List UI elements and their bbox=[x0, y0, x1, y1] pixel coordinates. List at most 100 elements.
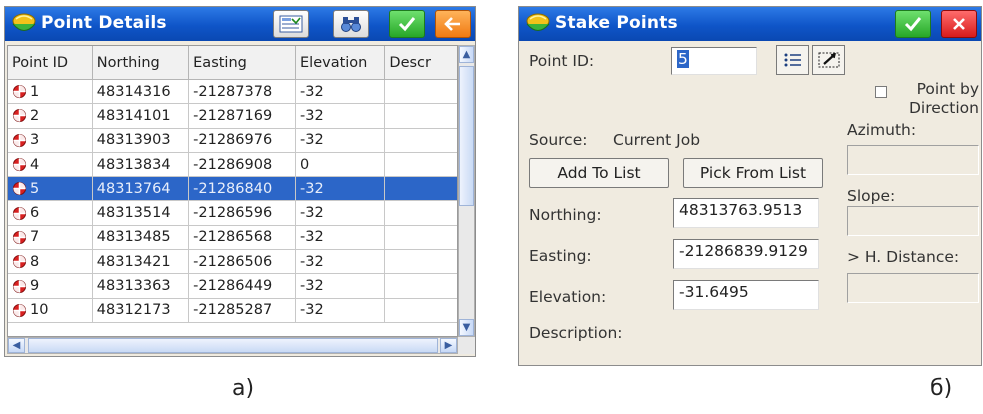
easting-cell: -21286568 bbox=[188, 225, 296, 251]
point-list-button[interactable] bbox=[776, 45, 809, 75]
map-pick-button[interactable] bbox=[812, 45, 845, 75]
elevation-cell: -32 bbox=[295, 225, 386, 251]
h-distance-field[interactable] bbox=[847, 273, 979, 303]
point-by-direction-checkbox[interactable] bbox=[875, 86, 887, 98]
elevation-cell: -32 bbox=[295, 249, 386, 275]
point-id-cell: 8 bbox=[8, 249, 93, 275]
elevation-cell: 0 bbox=[295, 152, 386, 178]
table-row[interactable]: 9 48313363 -21286449 -32 bbox=[8, 273, 457, 299]
back-button[interactable] bbox=[435, 10, 471, 38]
source-value: Current Job bbox=[613, 131, 701, 149]
caption-a: а) bbox=[232, 376, 255, 401]
northing-cell: 48313363 bbox=[92, 273, 190, 299]
point-id-value: 9 bbox=[30, 278, 40, 295]
source-label: Source: bbox=[529, 131, 588, 149]
column-header-description[interactable]: Descr bbox=[384, 46, 457, 80]
point-id-value: 3 bbox=[30, 132, 40, 149]
northing-field[interactable]: 48313763.9513 bbox=[673, 198, 819, 228]
point-id-value: 5 bbox=[30, 180, 40, 197]
northing-cell: 48314316 bbox=[92, 79, 190, 105]
point-id-cell: 3 bbox=[8, 128, 93, 153]
easting-field[interactable]: -21286839.9129 bbox=[673, 239, 819, 269]
list-icon bbox=[784, 53, 801, 67]
easting-cell: -21286506 bbox=[188, 249, 296, 275]
point-id-value: 8 bbox=[30, 253, 40, 270]
vertical-scroll-thumb[interactable] bbox=[459, 66, 474, 206]
column-header-easting[interactable]: Easting bbox=[188, 46, 296, 80]
ok-button[interactable] bbox=[389, 10, 425, 38]
checkmark-icon bbox=[398, 17, 416, 32]
northing-cell: 48313903 bbox=[92, 128, 190, 153]
point-id-cell: 1 bbox=[8, 79, 93, 105]
table-row[interactable]: 1 48314316 -21287378 -32 bbox=[8, 79, 457, 105]
point-id-cell: 5 bbox=[8, 176, 93, 202]
point-icon bbox=[12, 182, 27, 196]
elevation-cell: -32 bbox=[295, 103, 386, 129]
table-row[interactable]: 5 48313764 -21286840 -32 bbox=[8, 176, 457, 202]
azimuth-field[interactable] bbox=[847, 145, 979, 175]
table-row[interactable]: 4 48313834 -21286908 0 bbox=[8, 152, 457, 178]
point-id-value: 2 bbox=[30, 107, 40, 124]
stake-points-window: Stake Points Point ID: 5 Point by Direct… bbox=[518, 6, 982, 366]
table-row[interactable]: 8 48313421 -21286506 -32 bbox=[8, 249, 457, 275]
edit-list-icon bbox=[279, 15, 303, 33]
point-icon bbox=[12, 303, 27, 317]
description-cell bbox=[384, 152, 457, 178]
table-row[interactable]: 2 48314101 -21287169 -32 bbox=[8, 103, 457, 129]
edit-list-button[interactable] bbox=[273, 10, 309, 38]
easting-cell: -21287378 bbox=[188, 79, 296, 105]
elevation-field[interactable]: -31.6495 bbox=[673, 280, 819, 310]
table-row[interactable]: 6 48313514 -21286596 -32 bbox=[8, 200, 457, 226]
northing-cell: 48312173 bbox=[92, 298, 190, 323]
window-title: Stake Points bbox=[555, 13, 678, 33]
point-icon bbox=[12, 85, 27, 99]
northing-label: Northing: bbox=[529, 206, 602, 224]
scroll-down-arrow-icon[interactable]: ▼ bbox=[459, 319, 474, 336]
table-row[interactable]: 10 48312173 -21285287 -32 bbox=[8, 298, 457, 323]
point-id-field[interactable]: 5 bbox=[671, 47, 757, 75]
slope-field[interactable] bbox=[847, 206, 979, 236]
caption-b: б) bbox=[930, 376, 953, 401]
easting-cell: -21286840 bbox=[188, 176, 296, 202]
find-button[interactable] bbox=[333, 10, 369, 38]
northing-cell: 48313485 bbox=[92, 225, 190, 251]
close-button[interactable] bbox=[941, 10, 977, 38]
scroll-left-arrow-icon[interactable]: ◀ bbox=[8, 338, 25, 353]
point-icon bbox=[12, 157, 27, 172]
points-table: Point ID Northing Easting Elevation Desc… bbox=[7, 45, 458, 337]
ok-button[interactable] bbox=[895, 10, 931, 38]
point-icon bbox=[12, 109, 27, 123]
point-id-value: 10 bbox=[30, 302, 49, 319]
add-to-list-button[interactable]: Add To List bbox=[529, 158, 669, 188]
column-header-point-id[interactable]: Point ID bbox=[8, 46, 93, 80]
horizontal-scroll-thumb[interactable] bbox=[28, 338, 438, 353]
point-id-value: 1 bbox=[30, 83, 40, 100]
table-row[interactable]: 7 48313485 -21286568 -32 bbox=[8, 225, 457, 251]
easting-cell: -21287169 bbox=[188, 103, 296, 129]
column-header-northing[interactable]: Northing bbox=[92, 46, 190, 80]
point-id-cell: 4 bbox=[8, 152, 93, 178]
column-header-elevation[interactable]: Elevation bbox=[295, 46, 386, 80]
elevation-cell: -32 bbox=[295, 128, 386, 153]
azimuth-label: Azimuth: bbox=[847, 121, 917, 139]
point-id-value: 6 bbox=[30, 205, 40, 222]
pick-from-list-button[interactable]: Pick From List bbox=[683, 158, 823, 188]
point-icon bbox=[12, 230, 27, 244]
point-icon bbox=[12, 206, 27, 220]
elevation-label: Elevation: bbox=[529, 288, 607, 306]
description-cell bbox=[384, 79, 457, 105]
point-id-cell: 2 bbox=[8, 103, 93, 129]
vertical-scrollbar[interactable]: ▲ ▼ bbox=[458, 45, 475, 337]
point-icon bbox=[12, 279, 27, 293]
scroll-up-arrow-icon[interactable]: ▲ bbox=[459, 46, 474, 63]
description-cell bbox=[384, 249, 457, 275]
easting-cell: -21286976 bbox=[188, 128, 296, 153]
easting-cell: -21285287 bbox=[188, 298, 296, 323]
northing-cell: 48313834 bbox=[92, 152, 190, 178]
table-row[interactable]: 3 48313903 -21286976 -32 bbox=[8, 128, 457, 153]
point-id-cell: 9 bbox=[8, 273, 93, 299]
horizontal-scrollbar[interactable]: ◀ ▶ bbox=[7, 337, 458, 354]
elevation-cell: -32 bbox=[295, 273, 386, 299]
scroll-right-arrow-icon[interactable]: ▶ bbox=[440, 338, 457, 353]
easting-cell: -21286908 bbox=[188, 152, 296, 178]
